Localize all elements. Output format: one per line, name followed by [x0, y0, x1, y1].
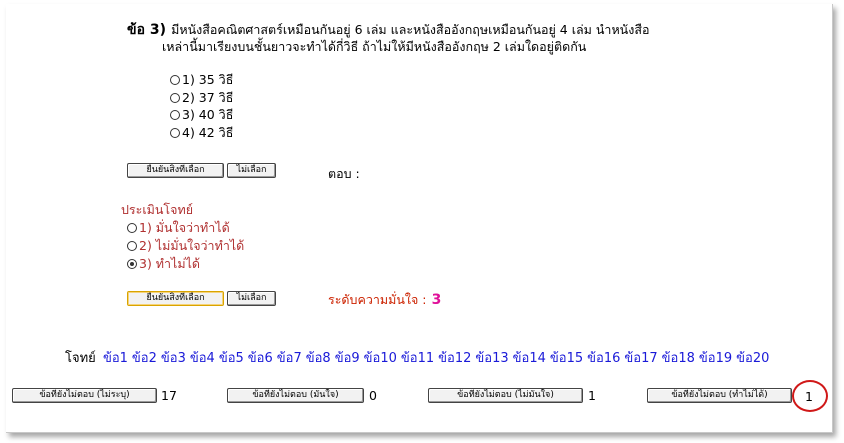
- nav-link-question-13[interactable]: ข้อ13: [475, 351, 508, 366]
- unanswered-cannot-button[interactable]: ข้อที่ยังไม่ตอบ (ทำไม่ได้): [647, 388, 792, 403]
- navigation-label: โจทย์: [65, 351, 96, 366]
- evaluation-option-label: 1) มั่นใจว่าทำได้: [139, 220, 230, 235]
- nav-link-question-6[interactable]: ข้อ6: [248, 351, 273, 366]
- answer-label: ตอบ :: [328, 166, 360, 181]
- radio-icon[interactable]: [170, 110, 180, 120]
- question-navigation: โจทย์ ข้อ1 ข้อ2 ข้อ3 ข้อ4 ข้อ5 ข้อ6 ข้อ7 ข้อ8 ข้…: [65, 347, 773, 368]
- cancel-evaluation-button[interactable]: ไม่เลือก: [227, 291, 276, 306]
- nav-link-question-1[interactable]: ข้อ1: [103, 351, 128, 366]
- nav-link-question-5[interactable]: ข้อ5: [219, 351, 244, 366]
- confidence-level: ระดับความมั่นใจ : 3: [328, 289, 441, 310]
- nav-link-question-17[interactable]: ข้อ17: [624, 351, 657, 366]
- evaluation-option-3[interactable]: 3) ทำไม่ได้: [127, 254, 200, 274]
- unanswered-confident-count: 0: [369, 388, 377, 403]
- radio-checked-icon[interactable]: [127, 259, 137, 269]
- highlight-circle: [792, 380, 828, 412]
- nav-link-question-2[interactable]: ข้อ2: [132, 351, 157, 366]
- unanswered-confident-button[interactable]: ข้อที่ยังไม่ตอบ (มั่นใจ): [227, 388, 364, 403]
- radio-icon[interactable]: [170, 75, 180, 85]
- option-label: 1) 35 วิธี: [182, 72, 234, 87]
- radio-icon[interactable]: [170, 93, 180, 103]
- nav-link-question-14[interactable]: ข้อ14: [513, 351, 546, 366]
- option-4[interactable]: 4) 42 วิธี: [170, 123, 233, 143]
- option-label: 3) 40 วิธี: [182, 107, 234, 122]
- nav-link-question-18[interactable]: ข้อ18: [662, 351, 695, 366]
- unanswered-unsure-count: 1: [588, 388, 596, 403]
- confirm-evaluation-button[interactable]: ยืนยันสิ่งที่เลือก: [127, 291, 224, 306]
- evaluation-option-label: 3) ทำไม่ได้: [139, 256, 200, 271]
- nav-link-question-10[interactable]: ข้อ10: [364, 351, 397, 366]
- confidence-value: 3: [431, 292, 442, 308]
- radio-icon[interactable]: [127, 241, 137, 251]
- nav-link-question-9[interactable]: ข้อ9: [335, 351, 360, 366]
- confirm-answer-button[interactable]: ยืนยันสิ่งที่เลือก: [127, 163, 224, 178]
- nav-link-question-16[interactable]: ข้อ16: [587, 351, 620, 366]
- option-1[interactable]: 1) 35 วิธี: [170, 70, 233, 90]
- nav-link-question-11[interactable]: ข้อ11: [401, 351, 434, 366]
- evaluation-option-1[interactable]: 1) มั่นใจว่าทำได้: [127, 218, 230, 238]
- unanswered-unsure-button[interactable]: ข้อที่ยังไม่ตอบ (ไม่มั่นใจ): [428, 388, 583, 403]
- nav-link-question-12[interactable]: ข้อ12: [438, 351, 471, 366]
- radio-icon[interactable]: [170, 128, 180, 138]
- evaluation-title: ประเมินโจทย์: [121, 202, 194, 217]
- question-line-1: มีหนังสือคณิตศาสตร์เหมือนกันอยู่ 6 เล่ม …: [171, 22, 650, 37]
- evaluation-option-label: 2) ไม่มั่นใจว่าทำได้: [139, 238, 245, 253]
- nav-link-question-8[interactable]: ข้อ8: [306, 351, 331, 366]
- option-label: 4) 42 วิธี: [182, 125, 234, 140]
- nav-link-question-4[interactable]: ข้อ4: [190, 351, 215, 366]
- question-line-2: เหล่านี้มาเรียงบนชั้นยาวจะทำได้กี่วิธี ถ…: [162, 39, 587, 54]
- question-number: ข้อ 3): [127, 22, 166, 38]
- cancel-answer-button[interactable]: ไม่เลือก: [227, 163, 276, 178]
- option-3[interactable]: 3) 40 วิธี: [170, 105, 233, 125]
- evaluation-option-2[interactable]: 2) ไม่มั่นใจว่าทำได้: [127, 236, 244, 256]
- navigation-links: ข้อ1 ข้อ2 ข้อ3 ข้อ4 ข้อ5 ข้อ6 ข้อ7 ข้อ8 ข้อ9 ข้อ1…: [103, 351, 773, 366]
- unanswered-unspecified-count: 17: [161, 388, 177, 403]
- nav-link-question-15[interactable]: ข้อ15: [550, 351, 583, 366]
- nav-link-question-20[interactable]: ข้อ20: [736, 351, 769, 366]
- nav-link-question-19[interactable]: ข้อ19: [699, 351, 732, 366]
- unanswered-unspecified-button[interactable]: ข้อที่ยังไม่ตอบ (ไม่ระบุ): [12, 388, 157, 403]
- nav-link-question-3[interactable]: ข้อ3: [161, 351, 186, 366]
- confidence-label: ระดับความมั่นใจ :: [328, 292, 427, 307]
- radio-icon[interactable]: [127, 223, 137, 233]
- nav-link-question-7[interactable]: ข้อ7: [277, 351, 302, 366]
